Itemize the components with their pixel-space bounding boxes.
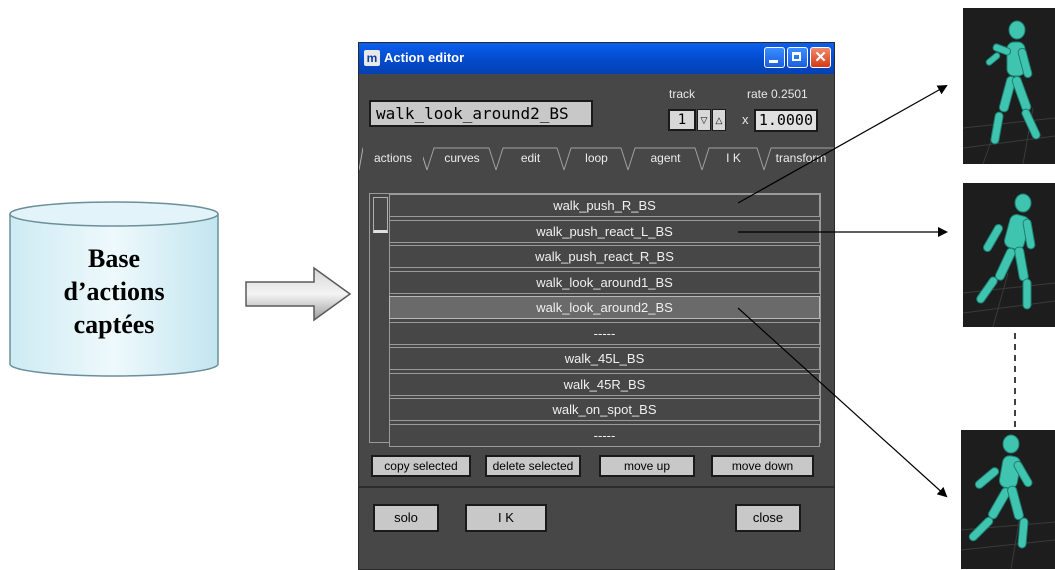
delete-selected-button[interactable]: delete selected (485, 455, 581, 477)
figure-image (963, 20, 1055, 164)
title-bar[interactable]: m Action editor ✕ (359, 43, 834, 74)
action-list: walk_push_R_BS walk_push_react_L_BS walk… (369, 193, 821, 447)
multiplier-prefix: x (742, 112, 749, 127)
figure-image (963, 193, 1055, 327)
minimize-button[interactable] (764, 47, 785, 68)
track-label: track (669, 87, 696, 101)
window-title: Action editor (384, 50, 465, 65)
action-name-field[interactable]: walk_look_around2_BS (369, 100, 593, 127)
move-down-button[interactable]: move down (711, 455, 814, 477)
action-editor-window: m Action editor ✕ walk_look_around2_BS t… (358, 42, 835, 570)
triangle-up-icon: △ (715, 115, 723, 125)
track-increment-button[interactable]: △ (712, 109, 726, 131)
tab-edit[interactable]: edit (500, 147, 561, 171)
track-decrement-button[interactable]: ▽ (697, 109, 711, 131)
list-item[interactable]: walk_45R_BS (389, 372, 820, 396)
animation-thumbnail (963, 183, 1055, 327)
database-label: Base d’actions captées (63, 244, 165, 339)
close-window-button[interactable]: ✕ (810, 47, 831, 68)
animation-thumbnail (961, 430, 1055, 569)
list-scrollbar[interactable] (371, 195, 390, 441)
tab-actions[interactable]: actions (363, 147, 423, 171)
figure-image (961, 434, 1055, 569)
list-separator: ----- (389, 321, 820, 345)
triangle-down-icon: ▽ (700, 115, 708, 125)
animation-thumbnail (963, 8, 1055, 164)
app-icon: m (364, 50, 380, 66)
flow-arrow (244, 266, 354, 327)
list-item[interactable]: walk_push_react_R_BS (389, 245, 820, 268)
tab-loop[interactable]: loop (568, 147, 625, 171)
tab-bar: actions curves edit loop agent I K trans… (359, 147, 834, 171)
list-item[interactable]: walk_look_around1_BS (389, 270, 820, 294)
action-database: Base d’actions captées (8, 200, 220, 378)
list-item-selected[interactable]: walk_look_around2_BS (389, 296, 820, 319)
ik-button[interactable]: I K (465, 504, 547, 532)
track-field[interactable]: 1 (668, 109, 696, 131)
close-button[interactable]: close (735, 504, 801, 532)
tab-agent[interactable]: agent (632, 147, 699, 171)
close-icon: ✕ (814, 49, 827, 66)
multiplier-field[interactable]: 1.0000 (754, 109, 818, 132)
copy-selected-button[interactable]: copy selected (371, 455, 471, 477)
list-item[interactable]: walk_45L_BS (389, 347, 820, 370)
maximize-button[interactable] (787, 47, 808, 68)
tab-transform[interactable]: transform (768, 147, 834, 171)
rate-label: rate 0.2501 (747, 87, 808, 101)
tab-curves[interactable]: curves (431, 147, 493, 171)
list-separator: ----- (389, 423, 820, 447)
solo-button[interactable]: solo (373, 504, 439, 532)
list-item[interactable]: walk_push_react_L_BS (389, 219, 820, 243)
scrollbar-thumb[interactable] (373, 197, 388, 233)
list-item[interactable]: walk_push_R_BS (389, 194, 820, 217)
tab-ik[interactable]: I K (706, 147, 761, 171)
divider (359, 486, 834, 488)
list-item[interactable]: walk_on_spot_BS (389, 398, 820, 421)
move-up-button[interactable]: move up (599, 455, 695, 477)
